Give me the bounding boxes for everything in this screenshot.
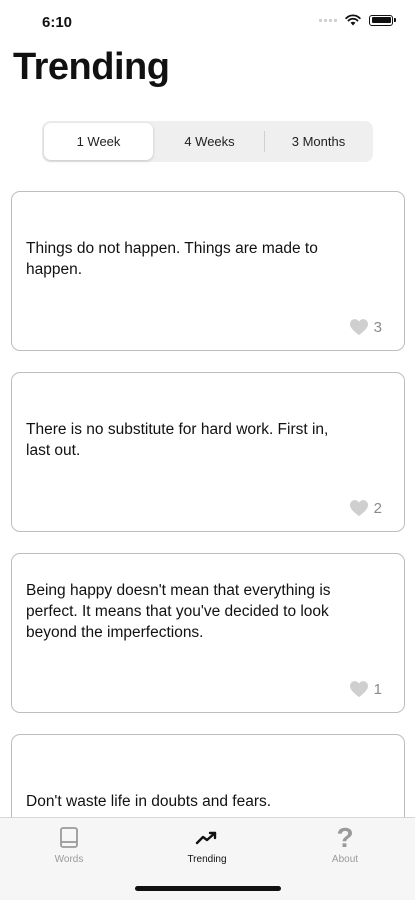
quote-card[interactable]: There is no substitute for hard work. Fi… xyxy=(11,372,405,532)
period-segmented-control: 1 Week 4 Weeks 3 Months xyxy=(42,121,373,162)
quote-text: Being happy doesn't mean that everything… xyxy=(26,582,331,641)
status-time: 6:10 xyxy=(42,14,73,31)
quote-card[interactable]: Being happy doesn't mean that everything… xyxy=(11,553,405,713)
like-control[interactable]: 2 xyxy=(349,499,382,517)
quote-text: There is no substitute for hard work. Fi… xyxy=(26,421,329,459)
like-control[interactable]: 1 xyxy=(349,680,382,698)
tab-about[interactable]: ? About xyxy=(290,822,400,866)
book-icon xyxy=(58,824,80,852)
like-count: 2 xyxy=(373,499,382,517)
wifi-icon xyxy=(345,14,361,26)
tab-label: Trending xyxy=(187,854,227,865)
page-title: Trending xyxy=(13,46,170,88)
segment-4-weeks[interactable]: 4 Weeks xyxy=(155,121,264,162)
like-count: 1 xyxy=(373,680,382,698)
quote-text: Don't waste life in doubts and fears. xyxy=(26,793,272,810)
trending-up-icon xyxy=(195,824,219,852)
segment-1-week[interactable]: 1 Week xyxy=(44,123,153,160)
tab-label: Words xyxy=(54,854,84,865)
status-bar: 6:10 xyxy=(0,0,415,44)
quote-card[interactable]: Things do not happen. Things are made to… xyxy=(11,191,405,351)
heart-icon xyxy=(349,500,368,517)
battery-icon xyxy=(369,14,396,26)
cellular-signal-icon xyxy=(319,18,337,22)
like-control[interactable]: 3 xyxy=(349,318,382,336)
tab-trending[interactable]: Trending xyxy=(152,824,262,865)
tab-label: About xyxy=(331,854,359,865)
heart-icon xyxy=(349,681,368,698)
tab-words[interactable]: Words xyxy=(14,824,124,865)
question-mark-icon: ? xyxy=(336,822,354,853)
like-count: 3 xyxy=(373,318,382,336)
status-icons xyxy=(319,14,396,26)
home-indicator xyxy=(135,886,281,891)
quote-text: Things do not happen. Things are made to… xyxy=(26,240,318,278)
heart-icon xyxy=(349,319,368,336)
segment-3-months[interactable]: 3 Months xyxy=(264,121,373,162)
